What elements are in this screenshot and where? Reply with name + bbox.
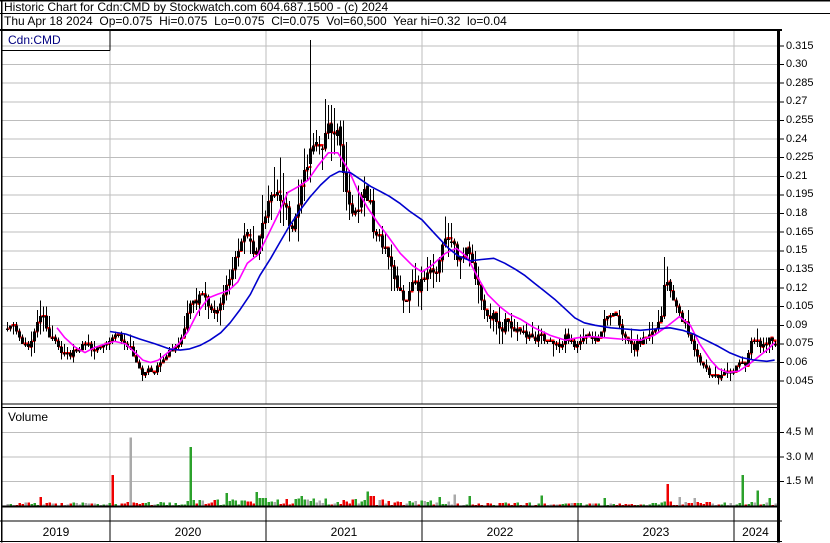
price-axis-label: 0.105 xyxy=(786,300,814,313)
volume-bars xyxy=(6,437,777,507)
stock-chart-canvas[interactable] xyxy=(0,0,830,543)
year-label: 2020 xyxy=(174,525,202,539)
year-label: 2022 xyxy=(486,525,514,539)
price-axis-label: 0.045 xyxy=(786,374,814,387)
volume-axis-label: 1.5 M xyxy=(786,475,814,487)
price-axis-label: 0.195 xyxy=(786,188,814,201)
volume-axis-label: 4.5 M xyxy=(786,426,814,438)
price-ohlc-bars xyxy=(6,39,780,385)
price-axis-label: 0.225 xyxy=(786,151,814,164)
year-label: 2021 xyxy=(330,525,358,539)
price-axis-label: 0.09 xyxy=(786,318,808,331)
price-axis-label: 0.285 xyxy=(786,76,814,89)
axis-tick-marks xyxy=(780,45,784,483)
price-axis-label: 0.30 xyxy=(786,58,808,71)
price-axis-label: 0.255 xyxy=(786,113,814,126)
price-axis-label: 0.315 xyxy=(786,39,814,52)
price-axis-label: 0.27 xyxy=(786,95,808,108)
year-label: 2019 xyxy=(42,525,70,539)
price-axis-label: 0.18 xyxy=(786,207,808,220)
gridlines xyxy=(2,30,777,506)
year-label: 2024 xyxy=(742,525,769,539)
ma-fast-line xyxy=(56,152,776,374)
price-axis-label: 0.21 xyxy=(786,169,808,182)
price-axis-label: 0.165 xyxy=(786,225,814,238)
moving-average-lines xyxy=(56,152,776,374)
price-axis-label: 0.075 xyxy=(786,337,814,350)
year-label: 2023 xyxy=(642,525,670,539)
price-axis-label: 0.24 xyxy=(786,132,808,145)
price-axis-label: 0.06 xyxy=(786,356,808,369)
stockwatch-historic-chart-page: { "header": { "line1": "Historic Chart f… xyxy=(0,0,830,543)
price-axis-label: 0.135 xyxy=(786,262,814,275)
volume-axis-label: 3.0 M xyxy=(786,450,814,463)
price-axis-label: 0.15 xyxy=(786,244,808,257)
price-axis-label: 0.12 xyxy=(786,281,808,294)
